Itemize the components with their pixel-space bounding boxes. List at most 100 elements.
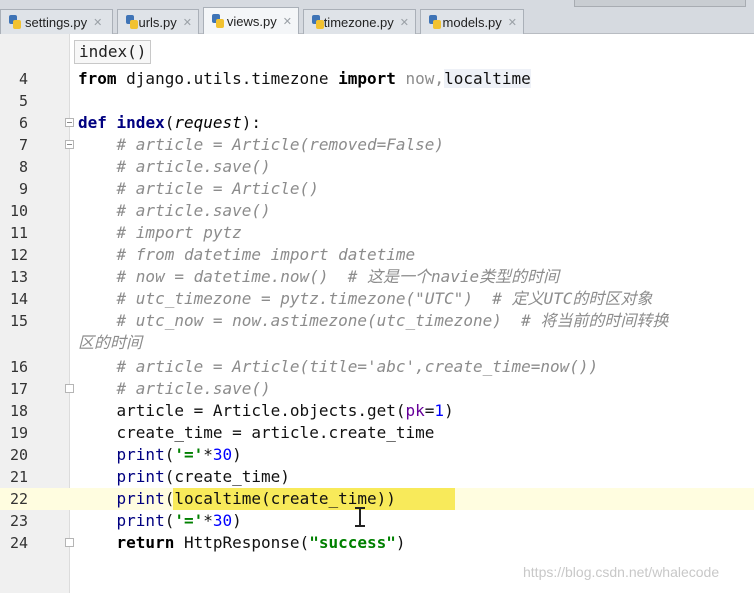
line-number: 17 — [9, 380, 28, 398]
code-text: create_time = article.create_time — [78, 423, 435, 442]
keyword-from: from — [78, 69, 117, 88]
code-line-4[interactable]: 4 from django.utils.timezone import now,… — [0, 68, 754, 90]
code-line-5[interactable]: 5 — [0, 90, 754, 112]
tab-settings-py[interactable]: settings.py ✕ — [0, 9, 113, 34]
line-number: 14 — [9, 290, 28, 308]
line-number: 13 — [9, 268, 28, 286]
code-line-21[interactable]: 21 print(create_time) — [0, 466, 754, 488]
line-number: 20 — [9, 446, 28, 464]
line-number: 12 — [9, 246, 28, 264]
code-line-16[interactable]: 16 # article = Article(title='abc',creat… — [0, 356, 754, 378]
comment: # article = Article() — [78, 179, 319, 198]
tab-label: urls.py — [138, 14, 177, 30]
code-line-14[interactable]: 14 # utc_timezone = pytz.timezone("UTC")… — [0, 288, 754, 310]
tab-label: timezone.py — [323, 14, 394, 30]
fold-end-icon[interactable] — [65, 538, 74, 547]
builtin-print: print — [78, 467, 165, 486]
line-number: 16 — [9, 358, 28, 376]
code-line-19[interactable]: 19 create_time = article.create_time — [0, 422, 754, 444]
string-literal: "success" — [309, 533, 396, 552]
parameter-request: request — [174, 113, 242, 132]
number-literal: 30 — [212, 511, 233, 530]
code-line-20[interactable]: 20 print('='*30) — [0, 444, 754, 466]
line-number: 24 — [9, 534, 28, 552]
paren: ) — [232, 445, 242, 464]
comment: # article.save() — [78, 379, 271, 398]
code-text: (localtime(create_time)) — [164, 489, 396, 508]
comment: # article = Article(title='abc',create_t… — [78, 357, 599, 376]
line-number: 7 — [18, 136, 28, 154]
code-line-15[interactable]: 15 # utc_now = now.astimezone(utc_timezo… — [0, 310, 754, 332]
close-icon[interactable]: ✕ — [183, 16, 192, 29]
tab-timezone-py[interactable]: timezone.py ✕ — [303, 9, 416, 34]
comment: # article.save() — [78, 201, 271, 220]
code-line-23[interactable]: 23 print('='*30) — [0, 510, 754, 532]
code-line-10[interactable]: 10 # article.save() — [0, 200, 754, 222]
paren: ) — [444, 401, 454, 420]
code-line-8[interactable]: 8 # article.save() — [0, 156, 754, 178]
line-number: 4 — [18, 70, 28, 88]
tab-urls-py[interactable]: urls.py ✕ — [117, 9, 199, 34]
module-name: django.utils.timezone — [116, 69, 339, 88]
close-icon[interactable]: ✕ — [283, 15, 292, 28]
function-name: index — [106, 113, 165, 132]
paren: ( — [164, 445, 175, 464]
code-line-7[interactable]: 7 # article = Article(removed=False) — [0, 134, 754, 156]
line-number: 23 — [9, 512, 28, 530]
comment: # import pytz — [78, 223, 242, 242]
operator: = — [424, 401, 435, 420]
code-line-15-wrap[interactable]: 区的时间 — [0, 332, 754, 354]
line-number: 19 — [9, 424, 28, 442]
tab-views-py[interactable]: views.py ✕ — [203, 7, 299, 34]
tab-models-py[interactable]: models.py ✕ — [420, 9, 524, 34]
code-text: HttpResponse( — [174, 533, 310, 552]
number-literal: 30 — [212, 445, 233, 464]
code-line-24[interactable]: 24 return HttpResponse("success") — [0, 532, 754, 554]
comment-wrap: 区的时间 — [78, 333, 143, 352]
python-file-icon — [212, 14, 224, 28]
comment: # from datetime import datetime — [78, 245, 416, 264]
code-line-22-current[interactable]: 22 print(localtime(create_time)) — [0, 488, 754, 510]
operator: * — [203, 511, 213, 530]
code-line-6[interactable]: 6 def index(request): — [0, 112, 754, 134]
close-icon[interactable]: ✕ — [400, 16, 409, 29]
code-line-13[interactable]: 13 # now = datetime.now() # 这是一个navie类型的… — [0, 266, 754, 288]
string-literal: '=' — [174, 445, 204, 464]
line-number: 8 — [18, 158, 28, 176]
text-cursor-icon — [355, 507, 365, 527]
code-line-17[interactable]: 17 # article.save() — [0, 378, 754, 400]
editor-tab-bar: settings.py ✕ urls.py ✕ views.py ✕ timez… — [0, 0, 754, 34]
code-line-11[interactable]: 11 # import pytz — [0, 222, 754, 244]
breadcrumb[interactable]: index() — [74, 40, 152, 64]
python-file-icon — [126, 15, 138, 29]
close-icon[interactable]: ✕ — [508, 16, 517, 29]
fold-end-icon[interactable] — [65, 384, 74, 393]
close-icon[interactable]: ✕ — [93, 16, 102, 29]
kwarg-pk: pk — [405, 401, 425, 420]
tab-label: views.py — [226, 13, 277, 29]
line-number: 11 — [9, 224, 28, 242]
code-line-9[interactable]: 9 # article = Article() — [0, 178, 754, 200]
line-number: 15 — [9, 312, 28, 330]
string-literal: '=' — [174, 511, 204, 530]
tab-label: models.py — [442, 14, 502, 30]
builtin-print: print — [78, 445, 165, 464]
line-number: 5 — [18, 92, 28, 110]
keyword-def: def — [78, 113, 107, 132]
import-now: now, — [395, 69, 445, 88]
paren: ) — [232, 511, 242, 530]
line-number: 21 — [9, 468, 28, 486]
line-number: 10 — [9, 202, 28, 220]
number-literal: 1 — [434, 401, 445, 420]
code-text: article = Article.objects.get( — [78, 401, 406, 420]
comment: # article = Article(removed=False) — [78, 135, 445, 154]
paren: ( — [164, 511, 175, 530]
python-file-icon — [429, 15, 441, 29]
fold-toggle-icon[interactable] — [65, 140, 74, 149]
code-line-12[interactable]: 12 # from datetime import datetime — [0, 244, 754, 266]
paren-colon: ): — [241, 113, 262, 132]
code-line-18[interactable]: 18 article = Article.objects.get(pk=1) — [0, 400, 754, 422]
watermark: https://blog.csdn.net/whalecode — [523, 564, 720, 580]
fold-toggle-icon[interactable] — [65, 118, 74, 127]
paren: ( — [164, 113, 175, 132]
